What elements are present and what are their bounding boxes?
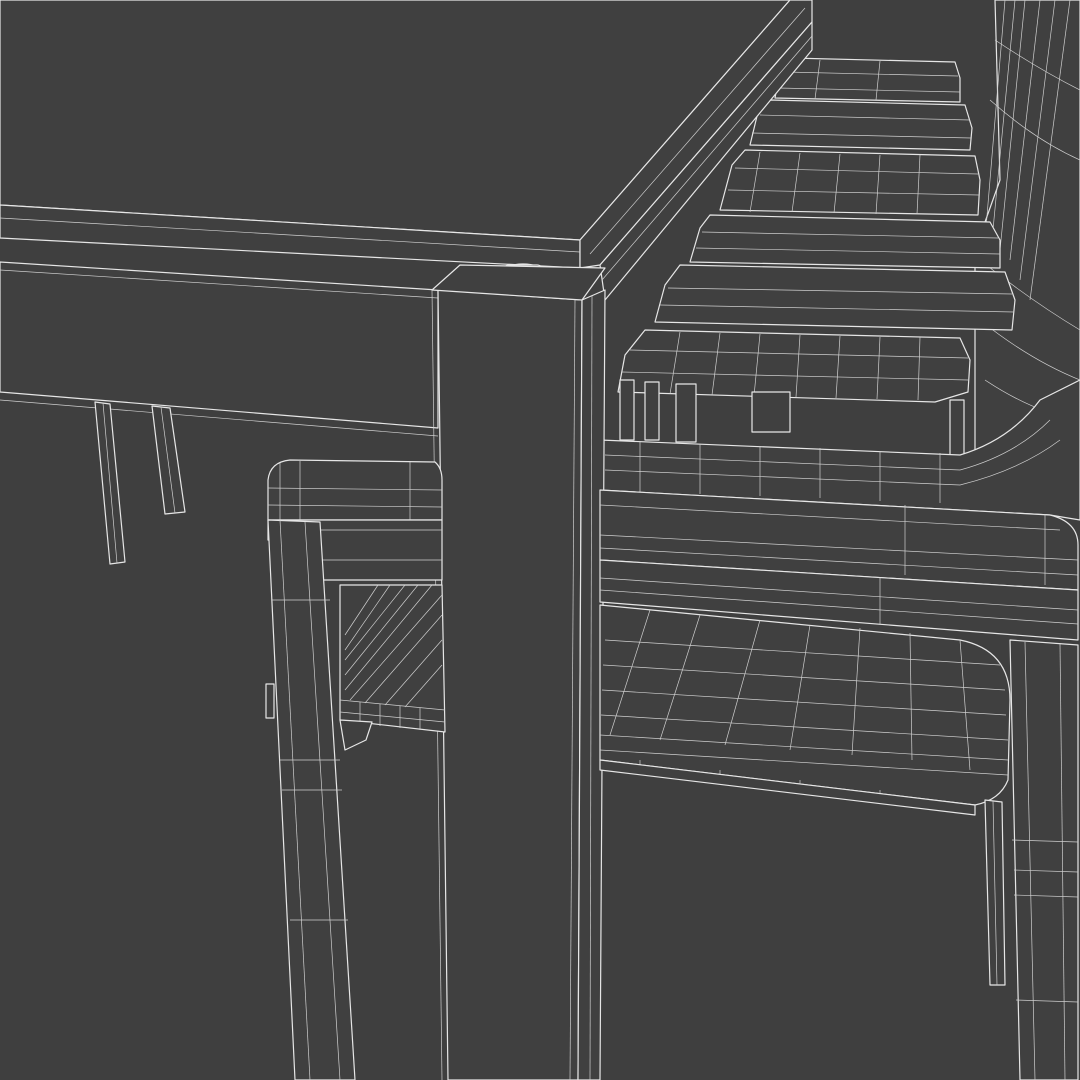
armchair-left: [266, 460, 445, 1080]
wireframe-render: [0, 0, 1080, 1080]
armchair-right: [600, 490, 1078, 1080]
wireframe-viewport: [0, 0, 1080, 1080]
